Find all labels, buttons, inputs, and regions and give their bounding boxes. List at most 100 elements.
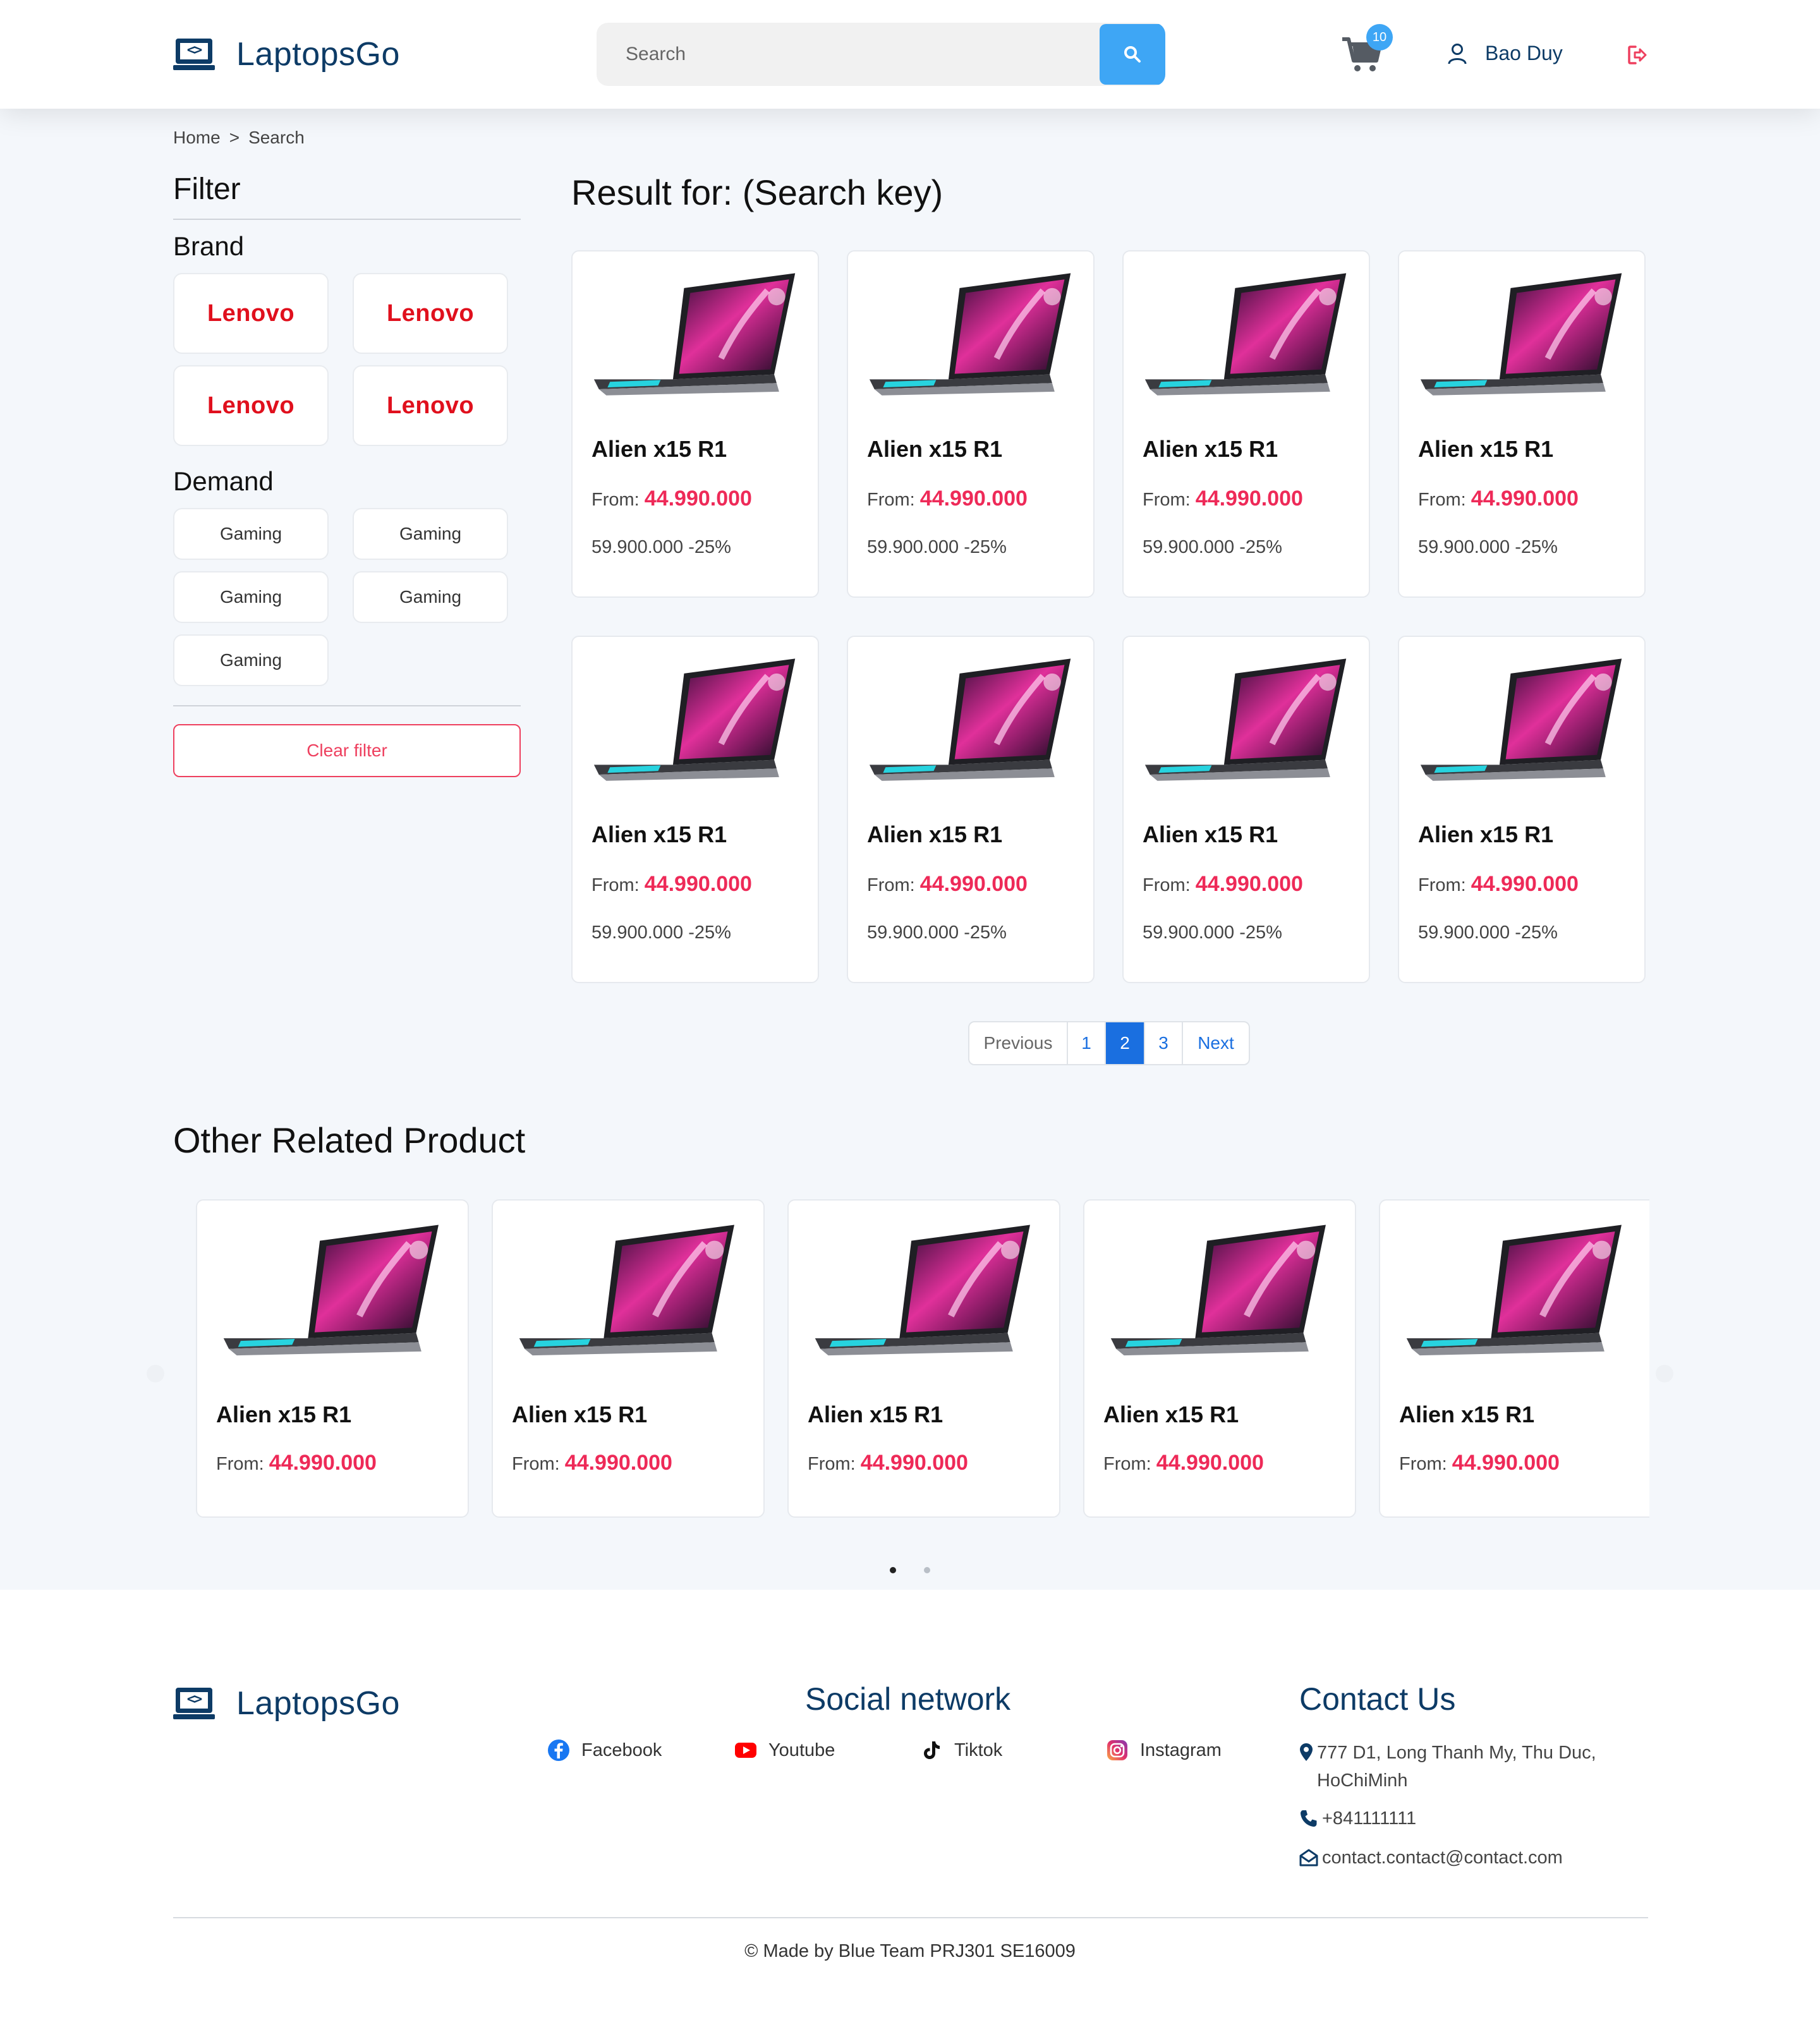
- product-name[interactable]: Alien x15 R1: [1103, 1401, 1239, 1428]
- related-product-card[interactable]: Alien x15 R1 From: 44.990.000: [1379, 1199, 1649, 1518]
- product-name[interactable]: Alien x15 R1: [1418, 821, 1553, 848]
- carousel-dot-active[interactable]: [890, 1567, 896, 1573]
- product-image[interactable]: [1103, 1217, 1337, 1369]
- product-image[interactable]: [867, 650, 1077, 795]
- price-label: From:: [592, 490, 640, 510]
- phone-number: +841111111: [1322, 1808, 1417, 1829]
- product-price: From: 44.990.000: [808, 1451, 968, 1475]
- product-card[interactable]: Alien x15 R1 From: 44.990.000 59.900.000 -…: [1398, 636, 1646, 983]
- product-image[interactable]: [1143, 264, 1352, 409]
- product-image[interactable]: [1399, 1217, 1633, 1369]
- product-price: From: 44.990.000: [1399, 1451, 1560, 1475]
- contact-address: 777 D1, Long Thanh My, Thu Duc, HoChiMin…: [1299, 1739, 1596, 1794]
- product-name[interactable]: Alien x15 R1: [592, 821, 727, 848]
- search-button[interactable]: [1100, 24, 1165, 85]
- product-price: From: 44.990.000: [1418, 872, 1579, 897]
- related-product-card[interactable]: Alien x15 R1 From: 44.990.000: [1083, 1199, 1356, 1518]
- product-original-price: 59.900.000 -25%: [1418, 923, 1558, 943]
- pagination: Previous 1 2 3 Next: [968, 1021, 1250, 1065]
- social-link-tiktok[interactable]: Tiktok: [920, 1739, 1002, 1762]
- site-logo[interactable]: <> LaptopsGo: [173, 35, 400, 73]
- product-name[interactable]: Alien x15 R1: [808, 1401, 943, 1428]
- product-original-price: 59.900.000 -25%: [867, 537, 1007, 557]
- product-name[interactable]: Alien x15 R1: [867, 821, 1002, 848]
- laptop-product-image: [1420, 658, 1622, 781]
- footer-site-name: LaptopsGo: [236, 1685, 400, 1722]
- product-image[interactable]: [1418, 650, 1628, 795]
- search-input[interactable]: [597, 23, 1098, 86]
- breadcrumb-current: Search: [248, 128, 305, 147]
- address-line-2: HoChiMinh: [1317, 1770, 1408, 1791]
- product-card[interactable]: Alien x15 R1 From: 44.990.000 59.900.000 -…: [1122, 250, 1370, 598]
- social-link-facebook[interactable]: Facebook: [547, 1739, 662, 1762]
- product-image[interactable]: [867, 264, 1077, 409]
- product-card[interactable]: Alien x15 R1 From: 44.990.000 59.900.000 -…: [1122, 636, 1370, 983]
- product-name[interactable]: Alien x15 R1: [1418, 436, 1553, 463]
- instagram-icon: [1107, 1740, 1127, 1760]
- filter-title: Filter: [173, 172, 241, 206]
- carousel-dot[interactable]: [924, 1567, 930, 1573]
- product-price: From: 44.990.000: [867, 487, 1028, 511]
- related-product-card[interactable]: Alien x15 R1 From: 44.990.000: [196, 1199, 469, 1518]
- demand-option[interactable]: Gaming: [173, 634, 329, 686]
- product-card[interactable]: Alien x15 R1 From: 44.990.000 59.900.000 -…: [847, 636, 1095, 983]
- product-image[interactable]: [808, 1217, 1041, 1369]
- price-label: From:: [1418, 490, 1466, 510]
- pagination-page-current[interactable]: 2: [1105, 1022, 1144, 1064]
- product-original-price: 59.900.000 -25%: [1143, 923, 1282, 943]
- brand-option[interactable]: Lenovo: [173, 273, 329, 354]
- user-account[interactable]: Bao Duy: [1447, 42, 1563, 65]
- product-name[interactable]: Alien x15 R1: [216, 1401, 351, 1428]
- breadcrumb-home[interactable]: Home: [173, 128, 221, 148]
- product-image[interactable]: [592, 650, 801, 795]
- product-image[interactable]: [1143, 650, 1352, 795]
- product-card[interactable]: Alien x15 R1 From: 44.990.000 59.900.000 -…: [571, 250, 819, 598]
- clear-filter-button[interactable]: Clear filter: [173, 724, 521, 777]
- product-original-price: 59.900.000 -25%: [592, 923, 731, 943]
- price-label: From:: [1399, 1454, 1447, 1474]
- price-label: From:: [867, 490, 915, 510]
- product-name[interactable]: Alien x15 R1: [867, 436, 1002, 463]
- demand-option[interactable]: Gaming: [173, 571, 329, 623]
- product-image[interactable]: [216, 1217, 450, 1369]
- social-label: Instagram: [1140, 1740, 1222, 1760]
- product-original-price: 59.900.000 -25%: [867, 923, 1007, 943]
- social-link-youtube[interactable]: Youtube: [734, 1739, 835, 1762]
- product-name[interactable]: Alien x15 R1: [1143, 436, 1278, 463]
- price-value: 44.990.000: [919, 872, 1028, 896]
- product-image[interactable]: [1418, 264, 1628, 409]
- site-name: LaptopsGo: [236, 36, 400, 73]
- contact-email[interactable]: contact.contact@contact.com: [1299, 1844, 1563, 1872]
- product-card[interactable]: Alien x15 R1 From: 44.990.000 59.900.000 -…: [1398, 250, 1646, 598]
- related-product-card[interactable]: Alien x15 R1 From: 44.990.000: [787, 1199, 1060, 1518]
- product-name[interactable]: Alien x15 R1: [1143, 821, 1278, 848]
- laptop-code-icon: <>: [173, 39, 215, 70]
- price-label: From:: [1143, 875, 1191, 895]
- product-image[interactable]: [592, 264, 801, 409]
- product-name[interactable]: Alien x15 R1: [592, 436, 727, 463]
- product-card[interactable]: Alien x15 R1 From: 44.990.000 59.900.000 -…: [571, 636, 819, 983]
- product-name[interactable]: Alien x15 R1: [1399, 1401, 1534, 1428]
- carousel-next-arrow[interactable]: [1656, 1365, 1673, 1383]
- product-price: From: 44.990.000: [1143, 487, 1303, 511]
- brand-option[interactable]: Lenovo: [353, 273, 508, 354]
- related-product-card[interactable]: Alien x15 R1 From: 44.990.000: [492, 1199, 765, 1518]
- brand-option[interactable]: Lenovo: [353, 365, 508, 446]
- product-image[interactable]: [512, 1217, 746, 1369]
- demand-option[interactable]: Gaming: [353, 508, 508, 560]
- carousel-prev-arrow[interactable]: [147, 1365, 164, 1383]
- brand-option[interactable]: Lenovo: [173, 365, 329, 446]
- demand-option[interactable]: Gaming: [173, 508, 329, 560]
- product-name[interactable]: Alien x15 R1: [512, 1401, 647, 1428]
- product-card[interactable]: Alien x15 R1 From: 44.990.000 59.900.000 -…: [847, 250, 1095, 598]
- pagination-page[interactable]: 3: [1144, 1022, 1182, 1064]
- footer-logo[interactable]: <> LaptopsGo: [173, 1685, 400, 1722]
- social-link-instagram[interactable]: Instagram: [1106, 1739, 1222, 1762]
- contact-phone[interactable]: +841111111: [1299, 1805, 1416, 1832]
- pagination-previous[interactable]: Previous: [969, 1022, 1067, 1064]
- logout-icon[interactable]: [1627, 44, 1648, 66]
- pagination-next[interactable]: Next: [1182, 1022, 1249, 1064]
- pagination-page[interactable]: 1: [1067, 1022, 1105, 1064]
- social-label: Youtube: [768, 1740, 835, 1760]
- demand-option[interactable]: Gaming: [353, 571, 508, 623]
